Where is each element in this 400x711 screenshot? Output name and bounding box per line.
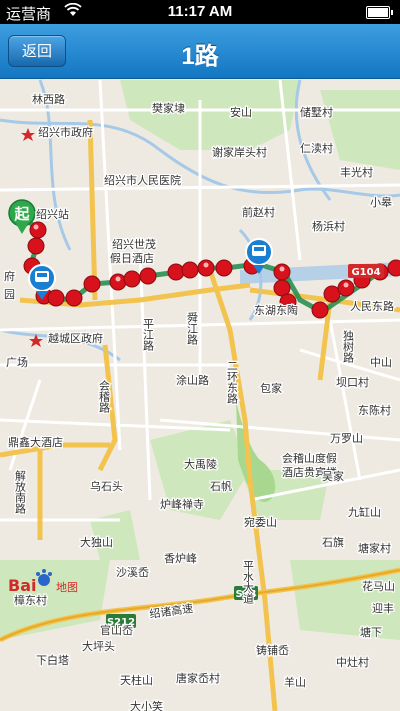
- map-label-lbl-61: 大小笑: [130, 699, 163, 711]
- map-label-lbl-32: 万罗山: [330, 432, 363, 445]
- map-label-lbl-6: 假日酒店: [110, 251, 154, 265]
- map-label-lbl-50: 平水大道: [242, 560, 255, 604]
- map-label-lbl-54: 大坪头: [82, 639, 115, 653]
- map-label-lbl-40: 宛委山: [244, 515, 277, 529]
- map-label-lbl-3: 绍兴市人民医院: [104, 173, 181, 187]
- map-label-lbl-57: 羊山: [284, 675, 306, 689]
- map-label-lbl-59: 塘下: [360, 625, 382, 639]
- map-label-lbl-7: 越城区政府: [48, 331, 103, 345]
- map-label-lbl-56: 唐家岙村: [176, 671, 220, 685]
- map-label-lbl-10: 解放南路: [14, 469, 27, 515]
- map-label-lbl-16: 东湖: [254, 304, 276, 317]
- map-label-lbl-29: 包家: [260, 381, 282, 395]
- svg-text:Bai: Bai: [8, 576, 36, 595]
- map-label-lbl-63: 园: [4, 288, 15, 301]
- map-label-lbl-15: 二环东路: [226, 360, 239, 405]
- clock: 11:17 AM: [167, 3, 233, 20]
- map-label-lbl-21: 仁渎村: [300, 141, 333, 155]
- map-label-lbl-55: 天柱山: [120, 673, 153, 687]
- map-label-lbl-26: 人民东路: [350, 300, 394, 313]
- map-label-lbl-41: 香炉峰: [164, 552, 197, 565]
- map-label-lbl-4: 绍兴站: [36, 207, 69, 221]
- route-map[interactable]: 起 G104 S212 S24 林西路绍兴市政府绍兴市人民医院绍兴站绍兴世茂假日…: [0, 79, 400, 711]
- page-title: 1路: [181, 43, 219, 70]
- map-label-lbl-17: 樊家埭: [152, 101, 185, 115]
- map-label-lbl-14: 涂山路: [176, 373, 209, 387]
- map-label-lbl-8: 广场: [6, 355, 28, 369]
- map-label-lbl-39: 炉峰禅寺: [160, 497, 204, 511]
- map-label-lbl-60: 樟东村: [14, 593, 47, 607]
- navigation-bar: 返回 1路: [0, 24, 400, 79]
- status-bar: 运营商 11:17 AM: [0, 0, 400, 24]
- map-label-lbl-51: 官山岙: [100, 623, 133, 637]
- battery-icon: [366, 6, 393, 19]
- map-label-lbl-42: 乌石头: [90, 479, 123, 493]
- map-label-lbl-24: 前赵村: [242, 205, 275, 219]
- map-label-lbl-53: 下白塔: [36, 653, 69, 667]
- map-label-lbl-23: 小皋: [370, 195, 392, 209]
- map-label-lbl-52: 铸铺岙: [256, 643, 289, 657]
- map-label-lbl-5: 绍兴世茂: [112, 237, 156, 251]
- map-label-lbl-45: 石旗: [322, 535, 344, 549]
- map-label-lbl-12: 平江路: [142, 318, 155, 352]
- map-label-lbl-19: 谢家岸头村: [212, 145, 267, 159]
- map-label-lbl-1: 林西路: [32, 92, 65, 106]
- map-label-lbl-22: 丰光村: [340, 165, 373, 179]
- map-label-lbl-33: 会稽山度假: [282, 451, 337, 465]
- map-label-lbl-13: 舜江路: [186, 311, 199, 346]
- map-label-lbl-43: 大独山: [80, 535, 113, 549]
- start-marker-label: 起: [13, 205, 30, 223]
- map-label-lbl-58: 中灶村: [336, 655, 369, 669]
- map-label-lbl-48: 迎丰: [372, 602, 394, 615]
- map-label-lbl-27: 独树路: [342, 330, 355, 364]
- svg-text:地图: 地图: [56, 581, 78, 594]
- map-label-lbl-64: 东陶: [276, 303, 298, 317]
- map-label-lbl-30: 坝口村: [336, 375, 369, 389]
- map-label-lbl-62: 府: [4, 269, 15, 283]
- map-label-lbl-47: 花马山: [362, 580, 395, 593]
- map-label-lbl-36: 九缸山: [348, 505, 381, 519]
- map-label-lbl-9: 鼎鑫大酒店: [8, 435, 63, 449]
- road-badge-g104: G104: [348, 264, 384, 278]
- map-label-lbl-31: 东陈村: [358, 403, 391, 417]
- map-label-lbl-38: 石帆: [210, 479, 232, 493]
- map-label-lbl-2: 绍兴市政府: [38, 125, 93, 139]
- map-label-lbl-46: 塘家村: [358, 541, 391, 555]
- map-label-lbl-37: 大禹陵: [184, 457, 217, 471]
- map-label-lbl-18: 安山: [230, 105, 252, 119]
- map-label-lbl-25: 杨浜村: [312, 219, 345, 233]
- map-label-lbl-35: 吴家: [322, 469, 344, 483]
- map-label-lbl-28: 中山: [370, 356, 392, 369]
- map-label-lbl-11: 会稽路: [98, 380, 111, 414]
- map-label-lbl-20: 储墅村: [300, 105, 333, 119]
- svg-text:G104: G104: [351, 267, 380, 278]
- map-label-lbl-44: 沙溪岙: [116, 566, 149, 579]
